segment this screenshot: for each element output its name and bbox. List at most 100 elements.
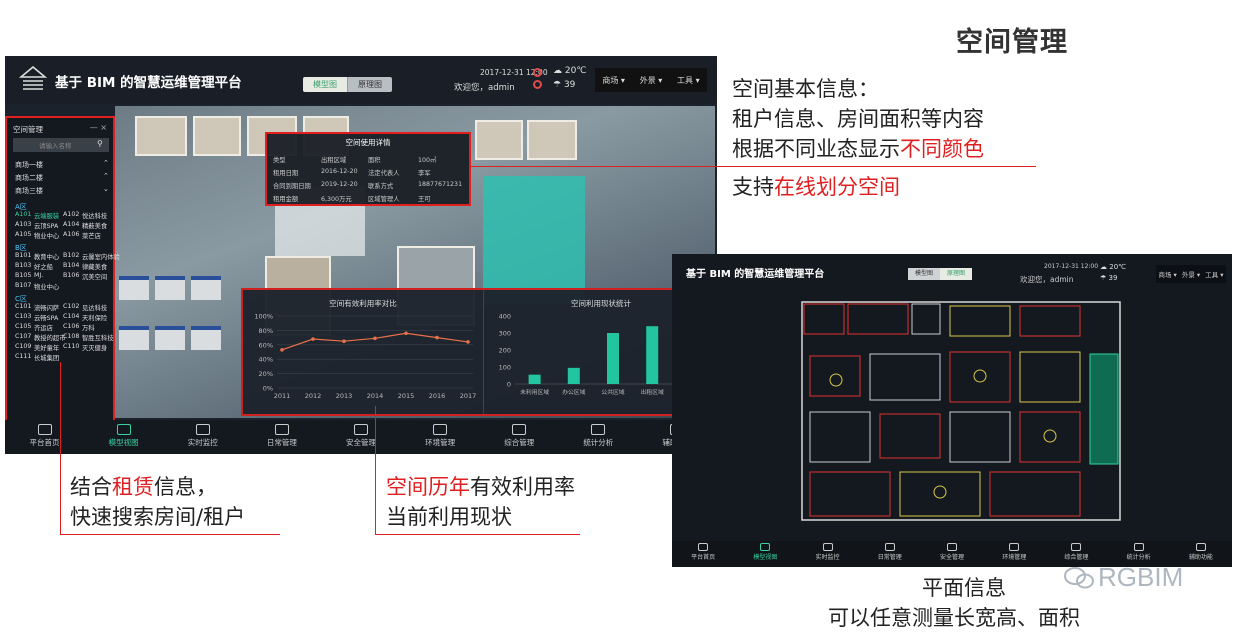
nav-item[interactable]: 环境管理 xyxy=(401,420,480,454)
room-name[interactable]: 万科 xyxy=(82,323,95,332)
floor-item[interactable]: 商场三楼 xyxy=(15,186,43,196)
room-code[interactable]: A105 xyxy=(15,231,31,238)
search-icon[interactable]: ⚲ xyxy=(97,139,103,148)
notification-icon[interactable] xyxy=(533,80,542,89)
room-name[interactable]: 好之船 xyxy=(34,262,53,271)
desk-cluster[interactable] xyxy=(155,276,185,300)
nav-item[interactable]: 综合管理 xyxy=(480,420,559,454)
desk-cluster[interactable] xyxy=(119,326,149,350)
nav-item[interactable]: 实时监控 xyxy=(796,541,858,567)
room-name[interactable]: 长城集团 xyxy=(34,353,59,362)
nav-item[interactable]: 日常管理 xyxy=(859,541,921,567)
room-name[interactable]: 见达科技 xyxy=(82,303,107,312)
nav-item[interactable]: 统计分析 xyxy=(559,420,638,454)
room-code[interactable]: C105 xyxy=(15,323,31,330)
room-name[interactable]: 物业中心 xyxy=(34,282,59,291)
room-name[interactable]: 智胜互科技 xyxy=(82,333,113,342)
nav-item[interactable]: 平台首页 xyxy=(5,420,84,454)
room-code[interactable]: C109 xyxy=(15,343,31,350)
nav-item[interactable]: 安全管理 xyxy=(921,541,983,567)
room-name[interactable]: 精薮美食 xyxy=(82,221,107,230)
nav-item[interactable]: 实时监控 xyxy=(163,420,242,454)
tab-model-view[interactable]: 模型图 xyxy=(908,268,941,280)
room-code[interactable]: B101 xyxy=(15,252,31,259)
room-code[interactable]: C108 xyxy=(63,333,79,340)
room-name[interactable]: 灭灭健身 xyxy=(82,343,107,352)
room-code[interactable]: C107 xyxy=(15,333,31,340)
room-block[interactable] xyxy=(475,120,523,160)
nav-item[interactable]: 安全管理 xyxy=(321,420,400,454)
tab-schematic-view[interactable]: 原理图 xyxy=(348,77,392,92)
room-code[interactable]: C103 xyxy=(15,313,31,320)
room-code[interactable]: C111 xyxy=(15,353,31,360)
floor-item[interactable]: 商场一楼 xyxy=(15,160,43,170)
floor-item[interactable]: 商场二楼 xyxy=(15,173,43,183)
menu-tools[interactable]: 工具 ▾ xyxy=(1205,269,1223,279)
room-name[interactable]: 云顶SPA xyxy=(34,221,58,230)
room-name[interactable]: 美好童年 xyxy=(34,343,59,352)
room-code[interactable]: B102 xyxy=(63,252,79,259)
room-code[interactable]: B105 xyxy=(15,272,31,279)
highlighted-zone[interactable] xyxy=(483,176,585,304)
room-name[interactable]: 悦达科技 xyxy=(82,211,107,220)
nav-item[interactable]: 环境管理 xyxy=(983,541,1045,567)
room-code[interactable]: C101 xyxy=(15,303,31,310)
menu-mall[interactable]: 商场 ▾ xyxy=(602,75,625,86)
desk-cluster[interactable] xyxy=(155,326,185,350)
nav-item[interactable]: 日常管理 xyxy=(242,420,321,454)
chevron-up-icon[interactable]: ⌃ xyxy=(103,172,109,180)
room-code[interactable]: B104 xyxy=(63,262,79,269)
room-name[interactable]: 云畅SPA xyxy=(34,313,58,322)
room-name[interactable]: 教授的超市 xyxy=(34,333,65,342)
room-name[interactable]: 物业中心 xyxy=(34,231,59,240)
bar xyxy=(528,374,541,384)
menu-exterior[interactable]: 外景 ▾ xyxy=(640,75,663,86)
chevron-down-icon[interactable]: ⌄ xyxy=(103,185,109,193)
tab-schematic-view[interactable]: 原理图 xyxy=(940,268,973,280)
sidebar-window-controls[interactable]: — × xyxy=(90,123,107,132)
menu-tools[interactable]: 工具 ▾ xyxy=(677,75,700,86)
x-tick-label: 2011 xyxy=(274,392,291,400)
room-code[interactable]: A101 xyxy=(15,211,31,218)
nav-icon xyxy=(946,543,957,551)
room-code[interactable]: C102 xyxy=(63,303,79,310)
menu-mall[interactable]: 商场 ▾ xyxy=(1158,269,1176,279)
chevron-up-icon[interactable]: ⌃ xyxy=(103,159,109,167)
nav-item[interactable]: 模型视图 xyxy=(734,541,796,567)
nav-item[interactable]: 平台首页 xyxy=(672,541,734,567)
desk-cluster[interactable] xyxy=(191,326,221,350)
room-code[interactable]: A106 xyxy=(63,231,79,238)
room-code[interactable]: B103 xyxy=(15,262,31,269)
room-code[interactable]: C106 xyxy=(63,323,79,330)
room-block[interactable] xyxy=(135,116,187,156)
room-code[interactable]: C110 xyxy=(63,343,79,350)
cad-floor-plan[interactable] xyxy=(800,296,1130,526)
desk-cluster[interactable] xyxy=(119,276,149,300)
room-name[interactable]: 云端服装 xyxy=(34,211,59,220)
room-name[interactable]: 菜芒店 xyxy=(82,231,101,240)
desk-cluster[interactable] xyxy=(191,276,221,300)
room-code[interactable]: B107 xyxy=(15,282,31,289)
room-block[interactable] xyxy=(193,116,241,156)
room-code[interactable]: A104 xyxy=(63,221,79,228)
room-name[interactable]: 云馨室内体验 xyxy=(82,252,120,261)
room-name[interactable]: 齐运店 xyxy=(34,323,53,332)
alarm-icon[interactable] xyxy=(533,68,542,77)
room-name[interactable]: 流畅闪萨 xyxy=(34,303,59,312)
room-block[interactable] xyxy=(527,120,577,160)
room-name[interactable]: MJ. xyxy=(34,272,43,279)
room-name[interactable]: 律藏美食 xyxy=(82,262,107,271)
room-code[interactable]: B106 xyxy=(63,272,79,279)
room-name[interactable]: 沉美空间 xyxy=(82,272,107,281)
nav-icon xyxy=(1195,543,1206,551)
tab-model-view[interactable]: 模型图 xyxy=(303,77,348,92)
room-search-input[interactable]: 请输入名称 xyxy=(13,138,109,152)
menu-exterior[interactable]: 外景 ▾ xyxy=(1182,269,1200,279)
nav-item[interactable]: 模型视图 xyxy=(84,420,163,454)
room-name[interactable]: 教育中心 xyxy=(34,252,59,261)
y-tick-label: 100 xyxy=(499,364,511,372)
room-name[interactable]: 天利保险 xyxy=(82,313,107,322)
room-code[interactable]: A103 xyxy=(15,221,31,228)
room-code[interactable]: C104 xyxy=(63,313,79,320)
room-code[interactable]: A102 xyxy=(63,211,79,218)
